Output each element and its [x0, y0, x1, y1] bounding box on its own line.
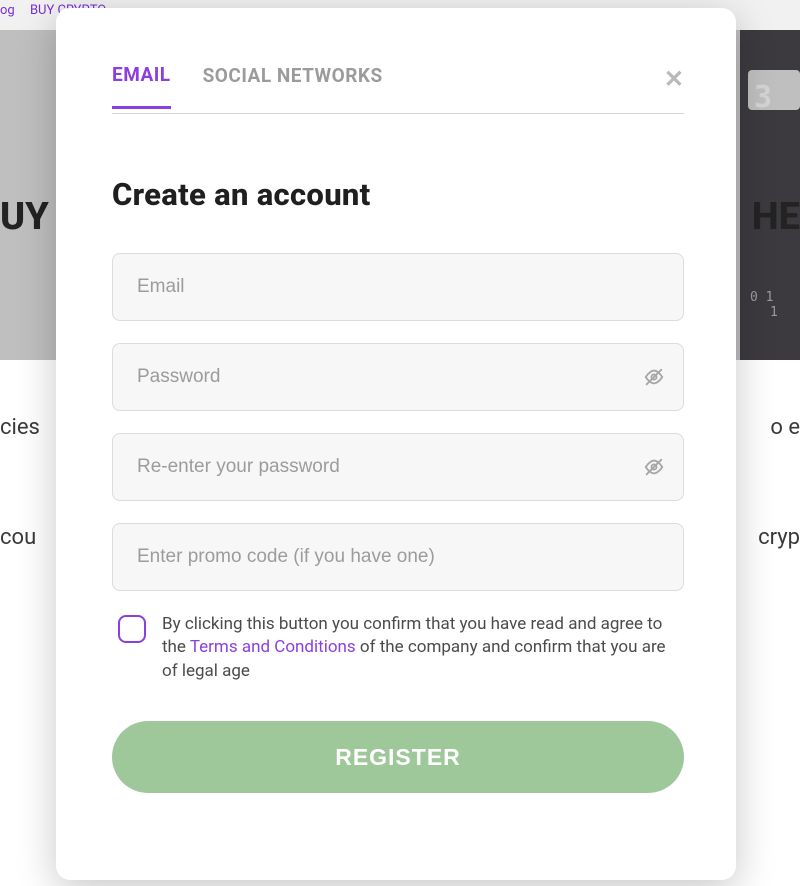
terms-link[interactable]: Terms and Conditions [190, 637, 356, 657]
bg-line3-left: cou [0, 525, 36, 550]
password-field[interactable] [137, 366, 631, 388]
hero-badge-number: 3 [754, 80, 772, 115]
tab-social-networks[interactable]: SOCIAL NETWORKS [203, 64, 383, 107]
tab-bar: EMAIL SOCIAL NETWORKS ✕ [112, 58, 684, 114]
reenter-password-field[interactable] [137, 456, 631, 478]
hero-text-left: UY [0, 195, 49, 239]
close-icon: ✕ [664, 65, 684, 93]
close-button[interactable]: ✕ [664, 65, 684, 107]
register-button[interactable]: REGISTER [112, 721, 684, 793]
email-field[interactable] [137, 276, 631, 298]
signup-form: By clicking this button you confirm that… [112, 253, 684, 793]
page-title: Create an account [112, 176, 684, 213]
bg-line2-left: cies [0, 415, 40, 440]
toggle-reenter-password-visibility[interactable] [643, 456, 665, 478]
eye-off-icon [643, 456, 665, 478]
bg-line2-right: o e [770, 415, 800, 440]
tab-email[interactable]: EMAIL [112, 63, 171, 109]
nav-link-og[interactable]: og [0, 3, 15, 18]
promo-code-field[interactable] [137, 546, 631, 568]
terms-checkbox[interactable] [118, 615, 146, 643]
signup-modal: EMAIL SOCIAL NETWORKS ✕ Create an accoun… [56, 8, 736, 880]
hero-text-right: HE [752, 195, 800, 239]
reenter-password-field-wrapper[interactable] [112, 433, 684, 501]
bg-line3-right: cryp [758, 525, 800, 550]
eye-off-icon [643, 366, 665, 388]
terms-row: By clicking this button you confirm that… [112, 613, 684, 683]
email-field-wrapper[interactable] [112, 253, 684, 321]
promo-code-field-wrapper[interactable] [112, 523, 684, 591]
password-field-wrapper[interactable] [112, 343, 684, 411]
toggle-password-visibility[interactable] [643, 366, 665, 388]
terms-text: By clicking this button you confirm that… [162, 613, 678, 683]
hero-num-3: 1 [770, 305, 778, 320]
hero-num-2: 0 1 [750, 290, 773, 305]
